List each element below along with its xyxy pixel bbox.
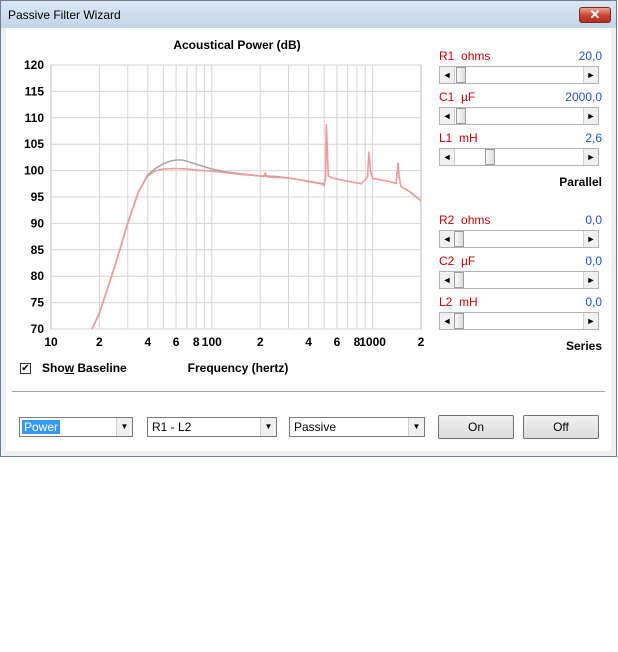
slider-right-arrow-icon[interactable]: ► [583,149,598,165]
client-area: Acoustical Power (dB) 120 115 110 105 100 95 9… [6,28,611,451]
off-button[interactable]: Off [523,415,599,439]
r1-label: R1 ohms [439,49,491,63]
slider-thumb[interactable] [454,231,464,247]
chevron-down-icon[interactable]: ▼ [116,418,132,436]
y-tick-label: 75 [31,296,45,310]
l2-label: L2 mH [439,295,478,309]
path-select-value: R1 - L2 [152,420,192,434]
x-axis-title: Frequency (hertz) [188,361,289,375]
slider-left-arrow-icon[interactable]: ◄ [440,231,455,247]
show-baseline-checkbox[interactable]: ✔ [20,363,31,374]
x-tick-label: 1000 [359,335,386,349]
x-tick-label: 100 [202,335,222,349]
slider-thumb[interactable] [485,149,495,165]
slider-left-arrow-icon[interactable]: ◄ [440,272,455,288]
y-tick-label: 80 [31,269,45,283]
slider-right-arrow-icon[interactable]: ► [583,272,598,288]
r2-label: R2 ohms [439,213,491,227]
slider-right-arrow-icon[interactable]: ► [583,313,598,329]
on-button[interactable]: On [438,415,514,439]
l1-slider[interactable]: ◄ ► [439,148,599,166]
y-tick-label: 70 [31,322,45,336]
x-tick-label: 2 [418,335,425,349]
measure-select[interactable]: Power ▼ [19,417,133,437]
y-tick-label: 95 [31,190,45,204]
acoustical-power-chart: Acoustical Power (dB) 120 115 110 105 100 95 9… [24,38,425,375]
group1-mode-label: Parallel [559,175,602,189]
title-bar: Passive Filter Wizard ✕ [1,1,616,28]
r2-value: 0,0 [585,213,602,227]
show-baseline-label[interactable]: Show Baseline [42,361,127,375]
slider-left-arrow-icon[interactable]: ◄ [440,108,455,124]
l1-label: L1 mH [439,131,478,145]
chevron-down-icon[interactable]: ▼ [260,418,276,436]
c2-slider[interactable]: ◄ ► [439,271,599,289]
measure-select-value: Power [22,420,61,434]
l1-value: 2,6 [585,131,602,145]
x-tick-label: 2 [96,335,103,349]
x-tick-label: 4 [305,335,312,349]
y-tick-label: 85 [31,243,45,257]
x-axis-labels: 10 2 4 6 8 100 2 4 6 81000 2 [44,335,424,349]
slider-thumb[interactable] [456,108,466,124]
separator [12,391,605,393]
c1-label: C1 µF [439,90,476,104]
chart-title: Acoustical Power (dB) [173,38,300,52]
type-select[interactable]: Passive ▼ [289,417,425,437]
chevron-down-icon[interactable]: ▼ [408,418,424,436]
group2-mode-label: Series [565,339,602,353]
c2-value: 0,0 [585,254,602,268]
l2-slider[interactable]: ◄ ► [439,312,599,330]
x-tick-label: 2 [257,335,264,349]
close-button[interactable]: ✕ [579,7,611,23]
r1-slider[interactable]: ◄ ► [439,66,599,84]
x-tick-label: 6 [173,335,180,349]
l2-value: 0,0 [585,295,602,309]
y-tick-label: 120 [24,58,44,72]
y-tick-label: 100 [24,164,44,178]
slider-right-arrow-icon[interactable]: ► [583,67,598,83]
y-tick-label: 90 [31,216,45,230]
x-tick-label: 4 [144,335,151,349]
slider-left-arrow-icon[interactable]: ◄ [440,67,455,83]
r1-value: 20,0 [578,49,602,63]
type-select-value: Passive [294,420,337,434]
c1-slider[interactable]: ◄ ► [439,107,599,125]
x-tick-label: 6 [334,335,341,349]
slider-thumb[interactable] [454,313,464,329]
y-axis-labels: 120 115 110 105 100 95 90 85 80 75 70 [24,58,44,336]
x-tick-label: 8 [193,335,200,349]
y-tick-label: 110 [25,111,45,125]
slider-thumb[interactable] [454,272,464,288]
slider-right-arrow-icon[interactable]: ► [583,231,598,247]
y-tick-label: 115 [25,84,45,98]
slider-thumb[interactable] [456,67,466,83]
c2-label: C2 µF [439,254,476,268]
checkmark-icon: ✔ [21,363,30,374]
slider-right-arrow-icon[interactable]: ► [583,108,598,124]
r2-slider[interactable]: ◄ ► [439,230,599,248]
c1-value: 2000,0 [565,90,602,104]
close-icon: ✕ [589,7,601,22]
passive-filter-wizard-window: Passive Filter Wizard ✕ Acoustical Power… [0,0,617,457]
slider-left-arrow-icon[interactable]: ◄ [440,149,455,165]
path-select[interactable]: R1 - L2 ▼ [147,417,277,437]
x-tick-label: 10 [44,335,58,349]
y-tick-label: 105 [24,137,44,151]
slider-left-arrow-icon[interactable]: ◄ [440,313,455,329]
window-title: Passive Filter Wizard [8,8,121,22]
